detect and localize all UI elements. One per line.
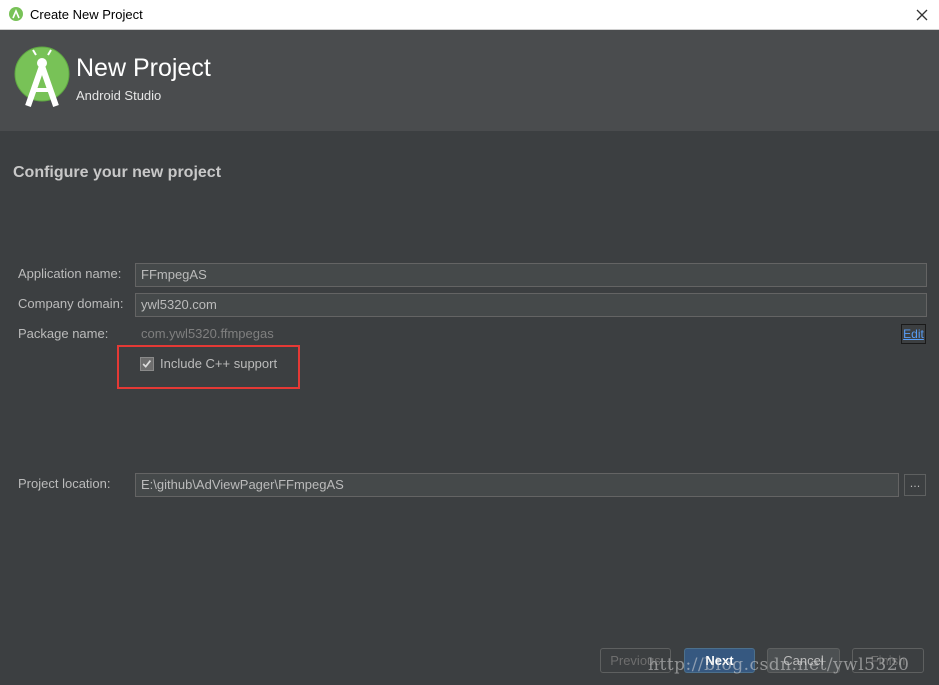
checkmark-icon (142, 360, 152, 368)
close-icon[interactable] (912, 5, 932, 25)
project-location-label: Project location: (18, 476, 111, 491)
watermark: http://blog.csdn.net/ywl5320 (648, 655, 910, 675)
page-heading: Configure your new project (13, 164, 222, 181)
company-domain-label: Company domain: (18, 296, 124, 311)
package-name-label: Package name: (18, 326, 109, 341)
browse-button[interactable]: ... (904, 474, 926, 496)
title-bar: Create New Project (0, 0, 939, 30)
cpp-support-label[interactable]: Include C++ support (160, 356, 277, 371)
banner-title: New Project (76, 54, 211, 82)
window-title: Create New Project (30, 7, 143, 22)
company-domain-input[interactable]: ywl5320.com (135, 293, 927, 317)
android-studio-icon (9, 7, 23, 21)
application-name-label: Application name: (18, 266, 122, 281)
header-banner: New Project Android Studio (0, 30, 939, 131)
banner-subtitle: Android Studio (76, 88, 162, 103)
cpp-support-checkbox[interactable] (140, 357, 154, 371)
android-studio-logo (14, 46, 70, 107)
project-location-input[interactable]: E:\github\AdViewPager\FFmpegAS (135, 473, 899, 497)
package-name-value: com.ywl5320.ffmpegas (141, 326, 274, 341)
edit-package-button[interactable]: Edit (901, 324, 926, 344)
application-name-input[interactable]: FFmpegAS (135, 263, 927, 287)
